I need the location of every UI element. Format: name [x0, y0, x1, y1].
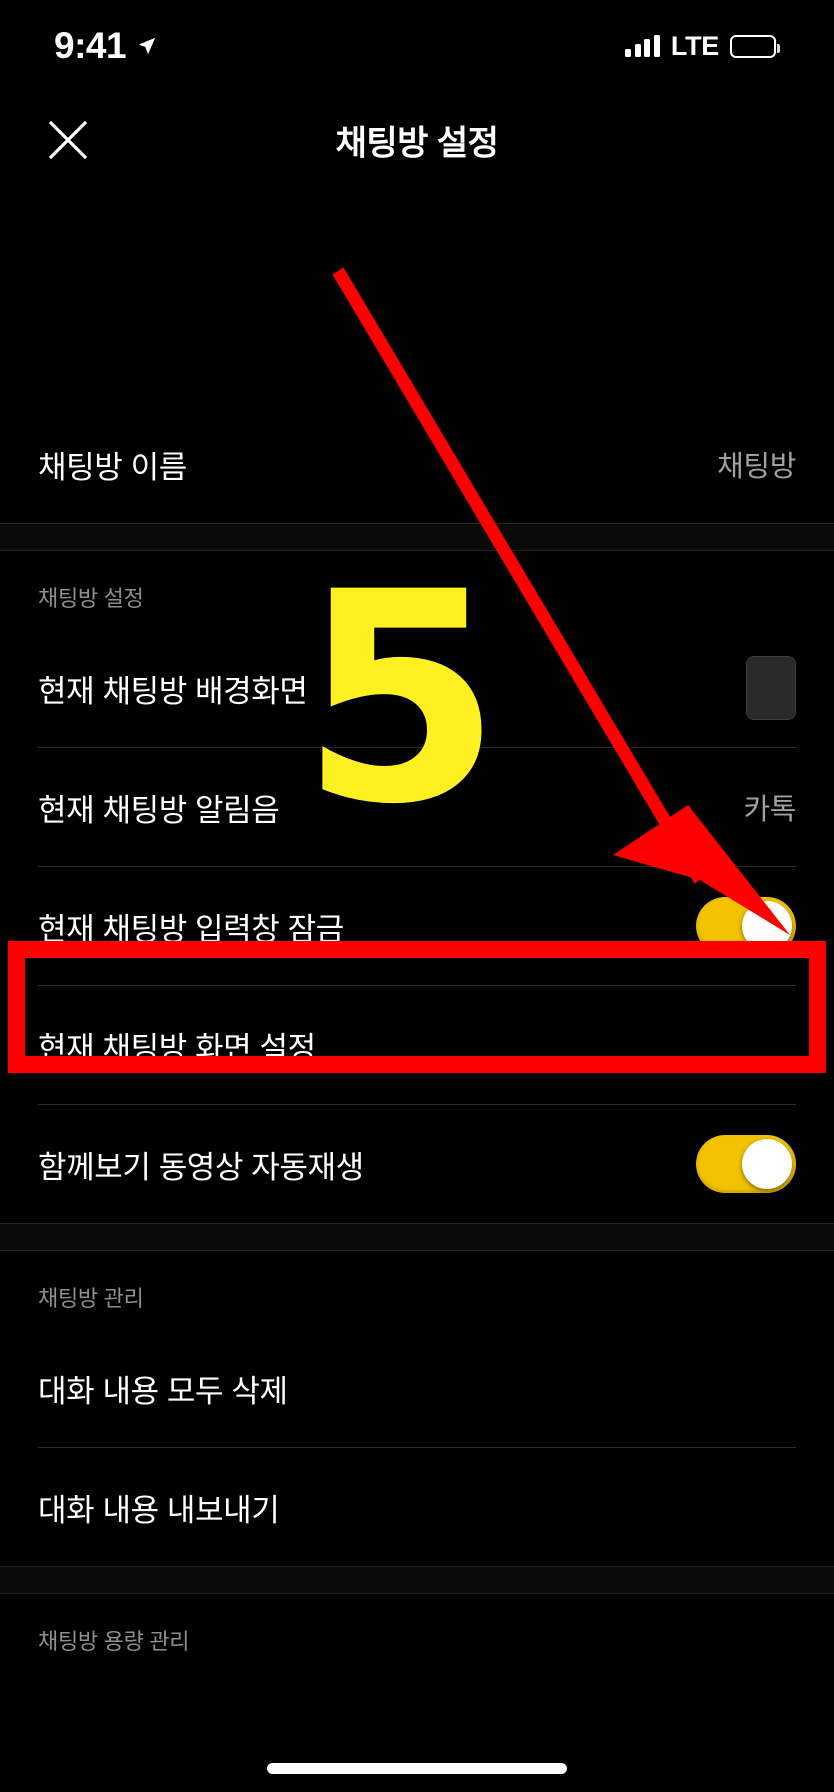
row-label: 대화 내용 내보내기 [38, 1492, 280, 1528]
row-chatroom-notification-sound[interactable]: 현재 채팅방 알림음 카톡 [0, 748, 834, 866]
row-chatroom-screen-settings[interactable]: 현재 채팅방 화면 설정 [0, 986, 834, 1104]
nav-bar: 채팅방 설정 [0, 92, 834, 187]
section-separator [0, 1566, 834, 1594]
status-bar: 9:41 LTE [0, 0, 834, 92]
section-separator [0, 1223, 834, 1251]
status-bar-right: LTE [625, 30, 780, 62]
page-title: 채팅방 설정 [335, 124, 499, 162]
toggle-knob [742, 1139, 792, 1189]
row-label: 현재 채팅방 알림음 [38, 792, 280, 828]
row-chatroom-name[interactable]: 채팅방 이름 채팅방 [0, 405, 834, 523]
section-header-storage-management: 채팅방 용량 관리 [38, 1629, 190, 1654]
row-label: 현재 채팅방 배경화면 [38, 673, 308, 709]
row-label: 현재 채팅방 화면 설정 [38, 1030, 316, 1066]
row-label: 함께보기 동영상 자동재생 [38, 1149, 364, 1185]
section-separator [0, 523, 834, 551]
background-thumbnail[interactable] [746, 656, 796, 720]
status-bar-left: 9:41 [54, 25, 158, 67]
battery-full-icon [730, 34, 780, 58]
status-time: 9:41 [54, 25, 127, 66]
row-chatroom-background[interactable]: 현재 채팅방 배경화면 [0, 629, 834, 747]
row-label: 현재 채팅방 입력창 잠금 [38, 911, 344, 947]
home-indicator [267, 1763, 567, 1774]
row-export-messages[interactable]: 대화 내용 내보내기 [0, 1448, 834, 1566]
section-header-chatroom-management: 채팅방 관리 [38, 1286, 144, 1311]
row-watch-together-autoplay[interactable]: 함께보기 동영상 자동재생 [0, 1105, 834, 1223]
phone-screen: 9:41 LTE 채팅방 설정 채팅방 이름 채팅방 채팅방 설정 현재 채팅방… [0, 0, 834, 1792]
row-delete-all-messages[interactable]: 대화 내용 모두 삭제 [0, 1329, 834, 1447]
row-chatroom-input-lock[interactable]: 현재 채팅방 입력창 잠금 [0, 867, 834, 985]
settings-list: 채팅방 이름 채팅방 채팅방 설정 현재 채팅방 배경화면 현재 채팅방 알림음… [0, 187, 834, 1672]
section-header-chatroom-settings: 채팅방 설정 [38, 586, 144, 611]
cellular-signal-icon [625, 35, 660, 57]
row-value: 카톡 [743, 794, 796, 826]
row-label: 대화 내용 모두 삭제 [38, 1373, 288, 1409]
list-top-spacer [0, 187, 834, 405]
autoplay-toggle[interactable] [696, 1135, 796, 1193]
input-lock-toggle[interactable] [696, 897, 796, 955]
carrier-label: LTE [670, 30, 719, 61]
location-arrow-icon [138, 37, 156, 55]
row-label: 채팅방 이름 [38, 449, 187, 485]
toggle-knob [742, 901, 792, 951]
row-value: 채팅방 [717, 451, 796, 483]
